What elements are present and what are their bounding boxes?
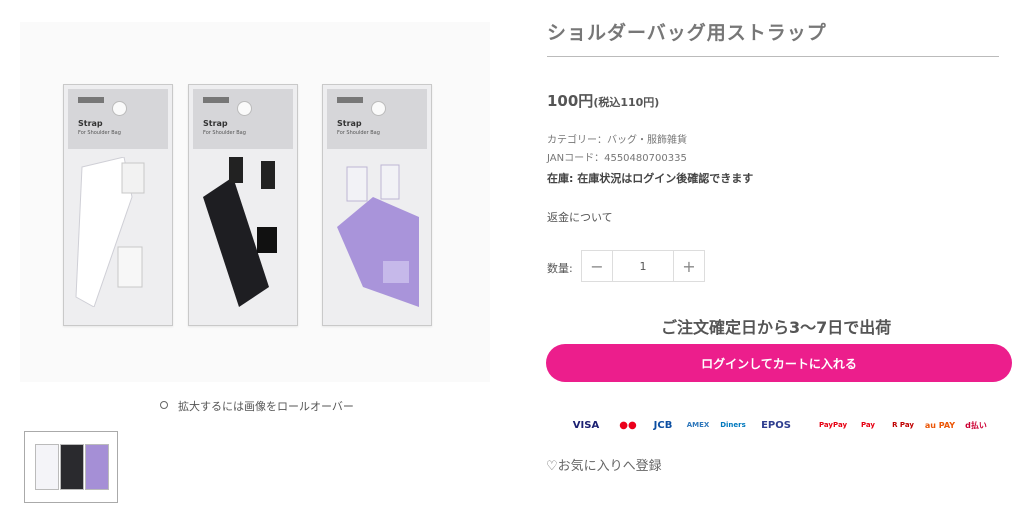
category: カテゴリー：バッグ・服飾雑貨 xyxy=(547,135,687,146)
product-title: ショルダーバッグ用ストラップ xyxy=(547,22,827,44)
shipping-note: ご注文確定日から3〜7日で出荷 xyxy=(661,318,892,337)
zoom-hint: 拡大するには画像をロールオーバー xyxy=(160,398,354,414)
au-pay-icon: au PAY xyxy=(924,420,956,430)
title-divider xyxy=(547,56,999,57)
merpay-icon: Pay xyxy=(860,421,875,429)
package-black: Strap For Shoulder Bag xyxy=(188,84,298,326)
quantity-input[interactable]: 1 xyxy=(612,251,674,281)
jan-code: JANコード：4550480700335 xyxy=(547,153,687,164)
visa-icon: VISA xyxy=(572,419,600,431)
product-image[interactable]: Strap For Shoulder Bag Strap For Shoulder … xyxy=(20,22,490,382)
refund-link[interactable]: 返金について xyxy=(547,209,613,225)
package-white: Strap For Shoulder Bag xyxy=(63,84,173,326)
heart-icon: ♡ xyxy=(546,459,558,474)
increment-button[interactable]: + xyxy=(674,251,704,281)
price: 100円(税込110円) xyxy=(547,92,660,110)
diners-icon: Diners xyxy=(720,421,746,429)
mastercard-icon: ●● xyxy=(619,419,637,431)
decrement-button[interactable]: − xyxy=(582,251,612,281)
quantity-stepper[interactable]: − 1 + xyxy=(581,250,705,282)
thumbnail[interactable] xyxy=(24,431,118,503)
quantity-label: 数量: xyxy=(547,262,573,275)
rakuten-pay-icon: R Pay xyxy=(892,421,914,429)
jcb-icon: JCB xyxy=(653,419,673,431)
paypay-icon: PayPay xyxy=(818,421,848,429)
add-to-cart-button[interactable]: ログインしてカートに入れる xyxy=(546,344,1012,382)
package-purple: Strap For Shoulder Bag xyxy=(322,84,432,326)
stock-status: 在庫: 在庫状況はログイン後確認できます xyxy=(547,172,754,185)
d-barai-icon: d払い xyxy=(965,420,987,430)
favorite-button[interactable]: ♡お気に入りへ登録 xyxy=(546,455,662,474)
magnifier-icon xyxy=(160,401,168,409)
amex-icon: AMEX xyxy=(686,421,710,429)
epos-icon: EPOS xyxy=(761,419,791,431)
